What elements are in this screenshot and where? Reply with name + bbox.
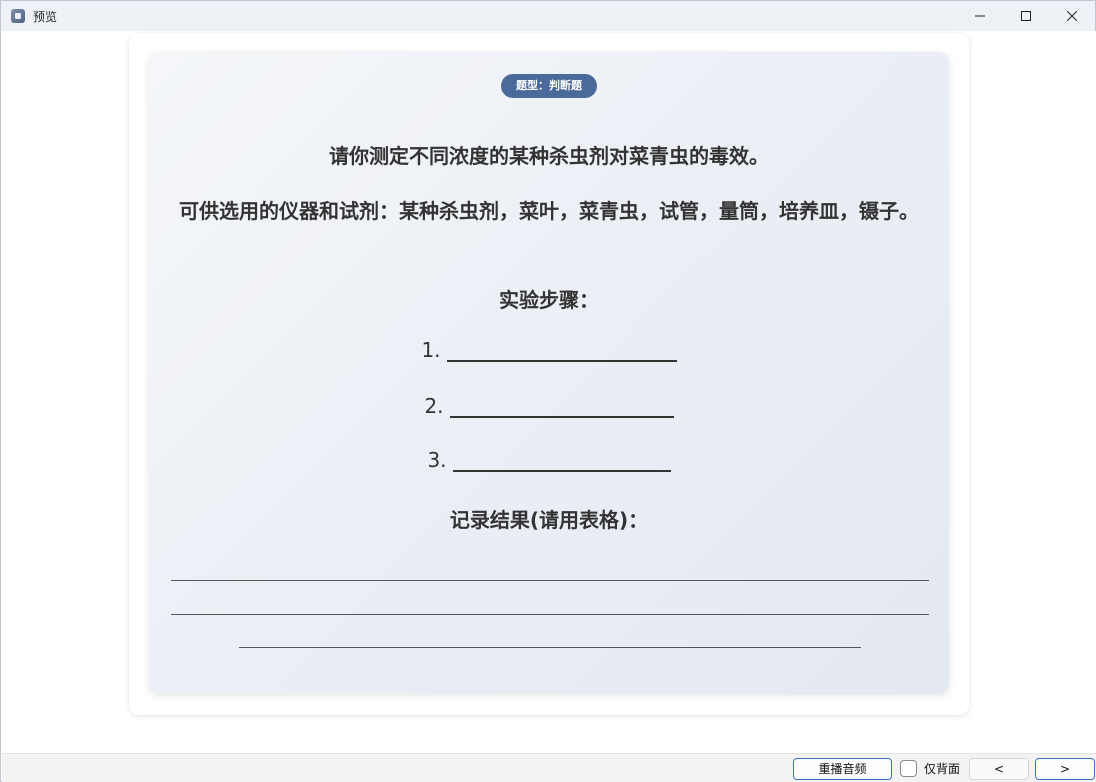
answer-blank — [449, 396, 674, 418]
window-controls — [957, 1, 1095, 31]
title-bar[interactable]: 预览 — [1, 1, 1095, 31]
next-button[interactable]: > — [1035, 758, 1095, 780]
answer-line — [239, 647, 861, 648]
question-card: 题型：判断题 请你测定不同浓度的某种杀虫剂对菜青虫的毒效。 可供选用的仪器和试剂… — [149, 52, 949, 694]
step-item: 3. — [149, 448, 949, 472]
content-area: 题型：判断题 请你测定不同浓度的某种杀虫剂对菜青虫的毒效。 可供选用的仪器和试剂… — [2, 31, 1096, 753]
question-materials: 可供选用的仪器和试剂：某种杀虫剂，菜叶，菜青虫，试管，量筒，培养皿，镊子。 — [179, 199, 919, 223]
back-only-label: 仅背面 — [924, 762, 961, 776]
maximize-button[interactable] — [1003, 1, 1049, 31]
step-item: 1. — [149, 338, 949, 362]
step-number: 1. — [421, 338, 441, 362]
back-only-checkbox[interactable] — [900, 760, 917, 777]
record-heading: 记录结果(请用表格)： — [449, 508, 649, 532]
close-icon — [1067, 11, 1077, 21]
minimize-icon — [975, 15, 985, 17]
bottom-toolbar: 重播音频 仅背面 < > — [2, 753, 1096, 782]
answer-line — [171, 580, 929, 581]
answer-blank — [446, 340, 677, 362]
preview-window: 预览 题型：判断题 请你测定不同浓度的某种杀虫剂对菜青虫的毒效。 可供选用的仪器… — [0, 0, 1096, 782]
step-number: 2. — [424, 394, 444, 418]
close-button[interactable] — [1049, 1, 1095, 31]
answer-line — [171, 614, 929, 615]
maximize-icon — [1021, 11, 1031, 21]
question-type-badge: 题型：判断题 — [501, 74, 597, 98]
prev-button[interactable]: < — [969, 758, 1029, 780]
step-number: 3. — [427, 448, 447, 472]
card-frame: 题型：判断题 请你测定不同浓度的某种杀虫剂对菜青虫的毒效。 可供选用的仪器和试剂… — [129, 33, 969, 715]
answer-blank — [452, 450, 671, 472]
replay-audio-button[interactable]: 重播音频 — [793, 758, 892, 780]
minimize-button[interactable] — [957, 1, 1003, 31]
window-title: 预览 — [33, 9, 58, 24]
question-title: 请你测定不同浓度的某种杀虫剂对菜青虫的毒效。 — [329, 144, 769, 168]
step-item: 2. — [149, 394, 949, 418]
steps-heading: 实验步骤： — [499, 288, 599, 312]
app-icon — [11, 9, 25, 23]
